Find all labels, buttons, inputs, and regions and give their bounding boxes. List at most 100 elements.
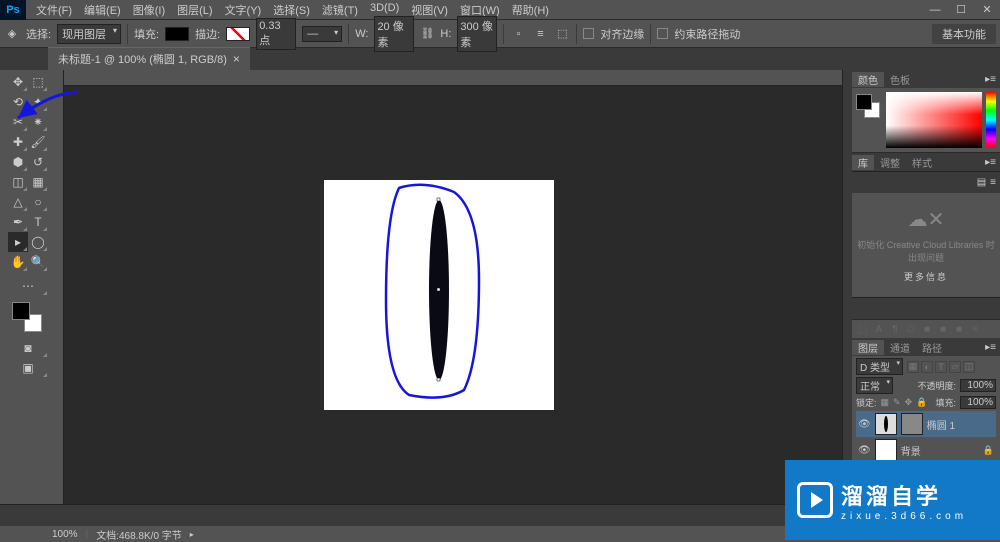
menu-help[interactable]: 帮助(H) — [506, 2, 555, 18]
history-brush-tool[interactable]: ↺ — [28, 152, 48, 172]
workspace-switcher[interactable]: 基本功能 — [932, 24, 996, 44]
layer-mask-thumbnail[interactable] — [901, 413, 923, 435]
arrange-icon[interactable]: ⬚ — [554, 26, 570, 42]
path-ops-icon[interactable]: ▫ — [510, 26, 526, 42]
canvas-area[interactable] — [48, 70, 842, 526]
layer-thumbnail[interactable] — [875, 439, 897, 461]
blend-mode-dropdown[interactable]: 正常 — [856, 377, 893, 394]
brush-tool[interactable]: 🖌 — [28, 132, 48, 152]
width-input[interactable]: 20 像素 — [374, 16, 414, 52]
tab-close-icon[interactable]: × — [233, 52, 240, 66]
panel-menu-icon[interactable]: ▸≡ — [981, 342, 1000, 353]
eyedropper-tool[interactable]: ⁕ — [28, 112, 48, 132]
lock-pixels-icon[interactable]: ✎ — [893, 397, 901, 408]
panel-icon[interactable]: □ — [904, 324, 918, 335]
path-select-tool[interactable]: ▸ — [8, 232, 28, 252]
styles-tab[interactable]: 样式 — [906, 155, 938, 170]
lock-position-icon[interactable]: ✥ — [905, 397, 913, 408]
zoom-tool[interactable]: 🔍 — [28, 252, 48, 272]
panel-icon[interactable]: ■ — [952, 324, 966, 335]
move-tool[interactable]: ✥ — [8, 72, 28, 92]
zoom-level[interactable]: 100% — [52, 529, 78, 540]
ruler-horizontal[interactable] — [64, 70, 842, 86]
panel-icon[interactable]: ■ — [936, 324, 950, 335]
menu-filter[interactable]: 滤镜(T) — [316, 2, 364, 18]
menu-layer[interactable]: 图层(L) — [171, 2, 218, 18]
shape-tool[interactable]: ◯ — [28, 232, 48, 252]
stroke-width-input[interactable]: 0.33 点 — [256, 18, 296, 50]
select-target-dropdown[interactable]: 现用图层 — [57, 24, 121, 44]
lock-transparent-icon[interactable]: ▦ — [881, 397, 890, 408]
tool-preset-icon[interactable]: ◈ — [4, 26, 20, 42]
filter-adjust-icon[interactable]: ◐ — [921, 361, 933, 373]
hue-slider[interactable] — [986, 92, 996, 148]
link-wh-icon[interactable]: ⛓ — [420, 27, 434, 40]
visibility-toggle-icon[interactable]: 👁 — [858, 445, 871, 456]
rect-marquee-tool[interactable]: ⬚ — [28, 72, 48, 92]
menu-type[interactable]: 文字(Y) — [219, 2, 268, 18]
panel-menu-icon[interactable]: ▸≡ — [981, 74, 1000, 85]
layer-name[interactable]: 椭圆 1 — [927, 417, 994, 432]
filter-smart-icon[interactable]: ◫ — [963, 361, 975, 373]
pen-tool[interactable]: ✒ — [8, 212, 28, 232]
panel-menu-icon[interactable]: ▸≡ — [981, 157, 1000, 168]
hand-tool[interactable]: ✋ — [8, 252, 28, 272]
paragraph-panel-icon[interactable]: ¶ — [888, 324, 902, 335]
channels-tab[interactable]: 通道 — [884, 340, 916, 355]
edit-toolbar-icon[interactable]: ⋯ — [8, 276, 48, 296]
constrain-path-checkbox[interactable] — [657, 28, 668, 39]
crop-tool[interactable]: ✂ — [8, 112, 28, 132]
layer-filter-kind[interactable]: D 类型 — [856, 358, 903, 375]
filter-shape-icon[interactable]: ▱ — [949, 361, 961, 373]
canvas[interactable] — [324, 180, 554, 410]
close-button[interactable]: ✕ — [974, 1, 1000, 19]
fill-swatch[interactable] — [165, 27, 189, 41]
libraries-more-info-link[interactable]: 更多信息 — [904, 270, 948, 283]
swatches-tab[interactable]: 色板 — [884, 72, 916, 87]
spot-heal-tool[interactable]: ✚ — [8, 132, 28, 152]
mini-color-swatches[interactable] — [856, 94, 880, 118]
color-swatches[interactable] — [12, 302, 42, 332]
ruler-vertical[interactable] — [48, 70, 64, 526]
panel-icon[interactable]: ■ — [920, 324, 934, 335]
blur-tool[interactable]: △ — [8, 192, 28, 212]
eraser-tool[interactable]: ◫ — [8, 172, 28, 192]
lib-view-icon[interactable]: ≡ — [990, 177, 996, 188]
height-input[interactable]: 300 像素 — [457, 16, 497, 52]
visibility-toggle-icon[interactable]: 👁 — [858, 419, 871, 430]
gradient-tool[interactable]: ▦ — [28, 172, 48, 192]
menu-image[interactable]: 图像(I) — [127, 2, 171, 18]
libraries-tab[interactable]: 库 — [852, 155, 874, 170]
panel-icon[interactable]: ≡ — [968, 324, 982, 335]
color-tab[interactable]: 颜色 — [852, 72, 884, 87]
color-picker-field[interactable] — [886, 92, 982, 148]
paths-tab[interactable]: 路径 — [916, 340, 948, 355]
lib-view-icon[interactable]: ▤ — [977, 177, 986, 188]
align-icon[interactable]: ≡ — [532, 26, 548, 42]
magic-wand-tool[interactable]: ✦ — [28, 92, 48, 112]
opacity-input[interactable]: 100% — [960, 379, 996, 392]
type-tool[interactable]: T — [28, 212, 48, 232]
foreground-color-swatch[interactable] — [12, 302, 30, 320]
document-info[interactable]: 文档:468.8K/0 字节 — [96, 527, 182, 542]
fill-opacity-input[interactable]: 100% — [960, 396, 996, 409]
document-tab[interactable]: 未标题-1 @ 100% (椭圆 1, RGB/8) × — [48, 47, 250, 70]
stroke-style-dropdown[interactable]: — — [302, 26, 342, 42]
minimize-button[interactable]: — — [922, 1, 948, 19]
menu-edit[interactable]: 编辑(E) — [78, 2, 127, 18]
history-panel-icon[interactable]: ⬚ — [856, 324, 870, 335]
maximize-button[interactable]: ☐ — [948, 1, 974, 19]
stroke-swatch[interactable] — [226, 27, 250, 41]
quick-mask-icon[interactable]: ◙ — [8, 338, 48, 358]
layer-thumbnail[interactable] — [875, 413, 897, 435]
lasso-tool[interactable]: ⟲ — [8, 92, 28, 112]
collapsed-panel-strip[interactable] — [842, 70, 852, 526]
menu-select[interactable]: 选择(S) — [267, 2, 316, 18]
layer-name[interactable]: 背景 — [901, 443, 979, 458]
adjustments-tab[interactable]: 调整 — [874, 155, 906, 170]
character-panel-icon[interactable]: A — [872, 324, 886, 335]
filter-pixel-icon[interactable]: ▦ — [907, 361, 919, 373]
menu-file[interactable]: 文件(F) — [30, 2, 78, 18]
layers-tab[interactable]: 图层 — [852, 340, 884, 355]
dodge-tool[interactable]: ○ — [28, 192, 48, 212]
